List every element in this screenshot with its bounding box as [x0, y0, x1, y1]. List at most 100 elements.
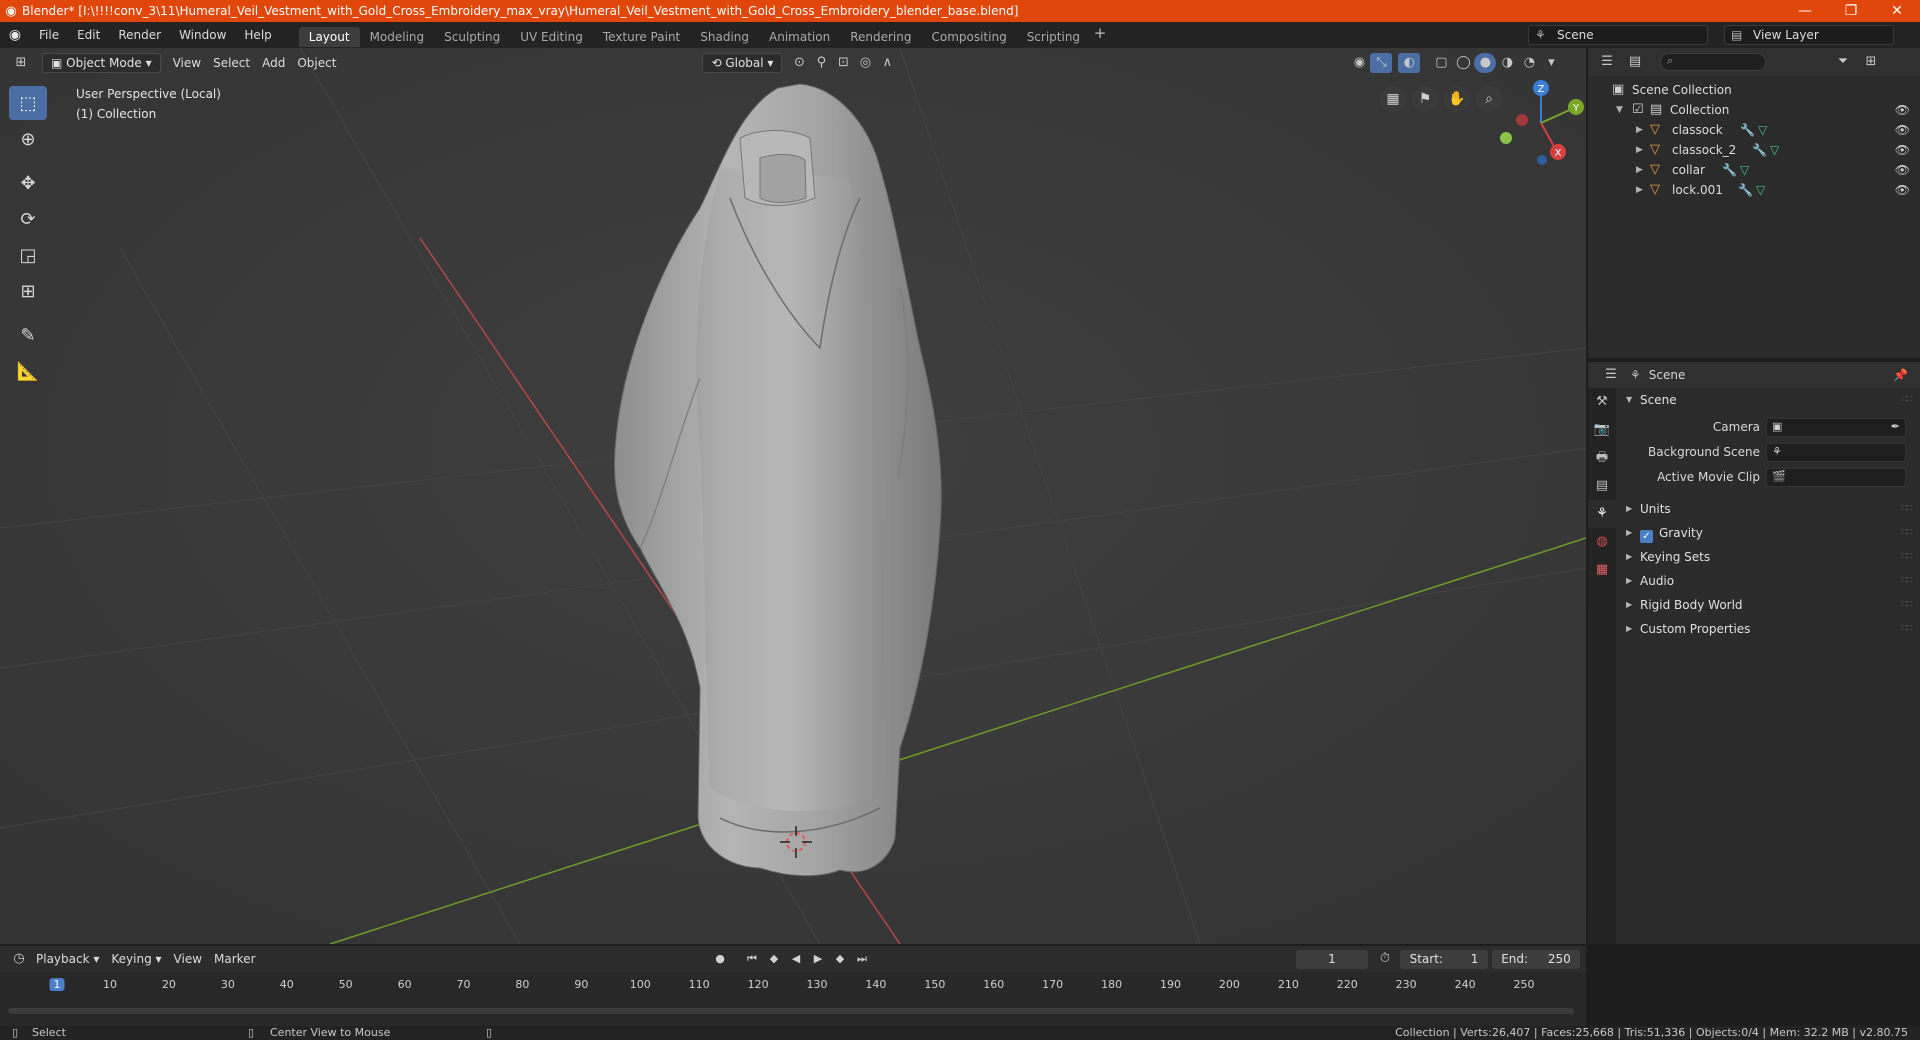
pivot-point-icon[interactable]: ⊙ [788, 53, 810, 73]
viewport-menu-select[interactable]: Select [207, 53, 256, 73]
mesh-data-icon[interactable]: ▽ [1758, 120, 1767, 140]
material-shading-icon[interactable]: ◑ [1496, 53, 1518, 73]
timeline-menu-marker[interactable]: Marker [208, 949, 261, 969]
eye-icon[interactable]: 👁 [1895, 160, 1910, 180]
timeline-menu-view[interactable]: View [168, 949, 208, 969]
world-tab-icon[interactable]: ◍ [1588, 528, 1616, 556]
restore-icon[interactable]: ❐ [1828, 3, 1874, 19]
viewport-menu-view[interactable]: View [167, 53, 207, 73]
tab-rendering[interactable]: Rendering [840, 27, 921, 47]
record-icon[interactable]: ● [710, 949, 730, 969]
gizmo-toggle-icon[interactable]: ⤡ [1370, 53, 1393, 73]
background-scene-field[interactable]: ⚘ [1766, 443, 1906, 462]
audio-panel-header[interactable]: ▶ Audio ∷∷ [1616, 569, 1920, 593]
navigation-gizmo[interactable]: Z Y X [1496, 78, 1586, 168]
snap-icon[interactable]: ⚲ [810, 53, 832, 73]
gravity-panel-header[interactable]: ▶ ✓ Gravity ∷∷ [1616, 521, 1920, 545]
menu-file[interactable]: File [30, 22, 68, 48]
mesh-data-icon[interactable]: ▽ [1756, 180, 1765, 200]
falloff-icon[interactable]: ∧ [876, 53, 898, 73]
view-layer-selector[interactable]: ▤ View Layer [1724, 25, 1894, 45]
blender-menu-icon[interactable]: ◉ [0, 27, 30, 43]
output-tab-icon[interactable]: 🖶 [1588, 444, 1616, 472]
gizmo-neg-z-axis[interactable] [1537, 155, 1547, 165]
jump-start-icon[interactable]: ⏮ [742, 949, 762, 969]
timeline-menu-keying[interactable]: Keying ▾ [105, 949, 167, 969]
expand-arrow-icon[interactable]: ▶ [1636, 140, 1643, 160]
tool-tab-icon[interactable]: ⚒ [1588, 388, 1616, 416]
active-movie-clip-field[interactable]: 🎬 [1766, 468, 1906, 487]
eye-icon[interactable]: 👁 [1895, 140, 1910, 160]
eye-icon[interactable]: 👁 [1895, 120, 1910, 140]
outliner-scene-collection[interactable]: ▣ Scene Collection [1588, 80, 1920, 100]
jump-end-icon[interactable]: ⏭ [852, 949, 872, 969]
scene-panel-header[interactable]: ▼ Scene ∷∷ [1616, 388, 1920, 412]
tab-sculpting[interactable]: Sculpting [434, 27, 510, 47]
outliner-object-row[interactable]: ▶ ▽ classock 🔧 ▽ 👁 [1588, 120, 1920, 140]
play-icon[interactable]: ▶ [808, 949, 828, 969]
drag-grip-icon[interactable]: ∷∷ [1901, 593, 1913, 617]
snap-target-icon[interactable]: ⊡ [832, 53, 854, 73]
outliner-object-row[interactable]: ▶ ▽ lock.001 🔧 ▽ 👁 [1588, 180, 1920, 200]
custom-properties-panel-header[interactable]: ▶ Custom Properties ∷∷ [1616, 617, 1920, 641]
gizmo-neg-y-axis[interactable] [1500, 132, 1512, 144]
tab-shading[interactable]: Shading [690, 27, 759, 47]
rendered-shading-icon[interactable]: ◔ [1518, 53, 1540, 73]
proportional-edit-icon[interactable]: ◎ [854, 53, 876, 73]
transform-tool[interactable]: ⊞ [9, 274, 47, 308]
modifier-wrench-icon[interactable]: 🔧 [1722, 160, 1737, 180]
texture-tab-icon[interactable]: ▦ [1588, 556, 1616, 584]
wireframe-shading-icon[interactable]: ◯ [1452, 53, 1474, 73]
timeline-scrollbar[interactable] [8, 1008, 1574, 1014]
render-tab-icon[interactable]: 📷 [1588, 416, 1616, 444]
menu-edit[interactable]: Edit [68, 22, 109, 48]
add-workspace-icon[interactable]: + [1090, 24, 1110, 47]
pin-icon[interactable]: 📌 [1893, 368, 1908, 382]
keying-sets-panel-header[interactable]: ▶ Keying Sets ∷∷ [1616, 545, 1920, 569]
menu-render[interactable]: Render [109, 22, 170, 48]
tab-modeling[interactable]: Modeling [360, 27, 435, 47]
drag-grip-icon[interactable]: ∷∷ [1901, 569, 1913, 593]
outliner-search-input[interactable]: ⌕ [1660, 53, 1766, 71]
rotate-tool[interactable]: ⟳ [9, 202, 47, 236]
properties-editor-icon[interactable]: ☰ [1600, 365, 1622, 385]
expand-arrow-icon[interactable]: ▼ [1616, 100, 1623, 120]
timeline-ruler[interactable]: 1 10 20 30 40 50 60 70 80 90 100 110 120 130 140 150 160… [0, 974, 1586, 996]
expand-arrow-icon[interactable]: ▶ [1636, 160, 1643, 180]
shading-options-icon[interactable]: ▾ [1540, 53, 1562, 73]
modifier-wrench-icon[interactable]: 🔧 [1752, 140, 1767, 160]
viewport-menu-object[interactable]: Object [291, 53, 342, 73]
rigid-body-world-panel-header[interactable]: ▶ Rigid Body World ∷∷ [1616, 593, 1920, 617]
outliner-editor-icon[interactable]: ☰ [1596, 52, 1618, 72]
eyedropper-icon[interactable]: ✒ [1891, 420, 1900, 433]
tab-uv-editing[interactable]: UV Editing [510, 27, 593, 47]
drag-grip-icon[interactable]: ∷∷ [1901, 497, 1913, 521]
menu-help[interactable]: Help [235, 22, 280, 48]
minimize-icon[interactable]: — [1782, 3, 1828, 19]
modifier-wrench-icon[interactable]: 🔧 [1738, 180, 1753, 200]
solid-shading-icon[interactable]: ● [1474, 53, 1497, 73]
drag-grip-icon[interactable]: ∷∷ [1901, 545, 1913, 569]
play-reverse-icon[interactable]: ◀ [786, 949, 806, 969]
pan-view-icon[interactable]: ✋ [1444, 86, 1470, 112]
next-keyframe-icon[interactable]: ◆ [830, 949, 850, 969]
end-frame-field[interactable]: End: 250 [1492, 950, 1580, 969]
tab-layout[interactable]: Layout [298, 26, 360, 47]
outliner-object-row[interactable]: ▶ ▽ classock_2 🔧 ▽ 👁 [1588, 140, 1920, 160]
annotate-tool[interactable]: ✎ [9, 318, 47, 352]
expand-arrow-icon[interactable]: ▶ [1636, 180, 1643, 200]
gizmo-neg-x-axis[interactable] [1516, 114, 1528, 126]
filter-icon[interactable]: ⏷ [1832, 52, 1854, 72]
tab-scripting[interactable]: Scripting [1017, 27, 1090, 47]
measure-tool[interactable]: 📐 [9, 354, 47, 388]
tab-compositing[interactable]: Compositing [921, 27, 1016, 47]
mesh-data-icon[interactable]: ▽ [1740, 160, 1749, 180]
units-panel-header[interactable]: ▶ Units ∷∷ [1616, 497, 1920, 521]
menu-window[interactable]: Window [170, 22, 235, 48]
object-mode-dropdown[interactable]: ▣ Object Mode ▾ [42, 53, 161, 73]
expand-arrow-icon[interactable]: ▶ [1636, 120, 1643, 140]
timeline-menu-playback[interactable]: Playback ▾ [30, 949, 105, 969]
timeline-editor-icon[interactable]: ◷ [8, 949, 30, 969]
scale-tool[interactable]: ◲ [9, 238, 47, 272]
stopwatch-icon[interactable]: ⏱ [1374, 949, 1396, 969]
